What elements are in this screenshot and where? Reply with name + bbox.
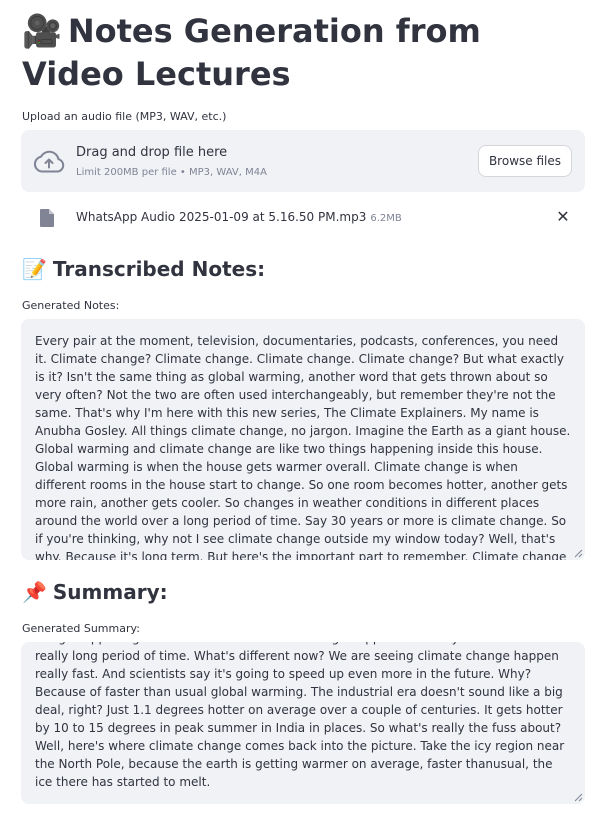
generated-summary-text: Imagine the Earth as a giant house. Glob…: [35, 642, 565, 789]
browse-files-button[interactable]: Browse files: [477, 145, 572, 177]
memo-emoji: 📝: [22, 257, 47, 281]
resize-handle-icon[interactable]: [573, 548, 583, 558]
pushpin-emoji: 📌: [22, 580, 47, 604]
file-name-text: WhatsApp Audio 2025-01-09 at 5.16.50 PM.…: [76, 210, 367, 224]
remove-file-close-icon[interactable]: ✕: [555, 207, 571, 227]
summary-heading: 📌 Summary:: [22, 580, 168, 604]
generated-notes-textarea[interactable]: Every pair at the moment, television, do…: [21, 319, 585, 560]
uploaded-file-row: WhatsApp Audio 2025-01-09 at 5.16.50 PM.…: [21, 200, 585, 236]
generated-summary-label: Generated Summary:: [22, 622, 140, 635]
page-title: 🎥 Notes Generation from Video Lectures: [22, 10, 582, 96]
dropzone-limit: Limit 200MB per file • MP3, WAV, M4A: [76, 167, 267, 178]
file-name: WhatsApp Audio 2025-01-09 at 5.16.50 PM.…: [76, 210, 402, 224]
video-camera-emoji: 🎥: [22, 12, 62, 50]
generated-notes-text: Every pair at the moment, television, do…: [35, 334, 571, 560]
generated-summary-textarea[interactable]: Imagine the Earth as a giant house. Glob…: [21, 642, 585, 804]
transcribed-notes-heading: 📝 Transcribed Notes:: [22, 257, 265, 281]
file-icon: [40, 209, 54, 227]
generated-notes-label: Generated Notes:: [22, 299, 120, 312]
cloud-upload-icon: [33, 150, 65, 173]
dropzone-title: Drag and drop file here: [76, 145, 228, 160]
summary-heading-text: Summary:: [52, 580, 168, 604]
file-size: 6.2MB: [370, 213, 402, 224]
file-dropzone[interactable]: Drag and drop file here Limit 200MB per …: [21, 130, 585, 192]
transcribed-heading-text: Transcribed Notes:: [52, 257, 266, 281]
resize-handle-icon[interactable]: [573, 792, 583, 802]
upload-label: Upload an audio file (MP3, WAV, etc.): [22, 110, 227, 123]
page-title-text: Notes Generation from Video Lectures: [22, 12, 481, 93]
